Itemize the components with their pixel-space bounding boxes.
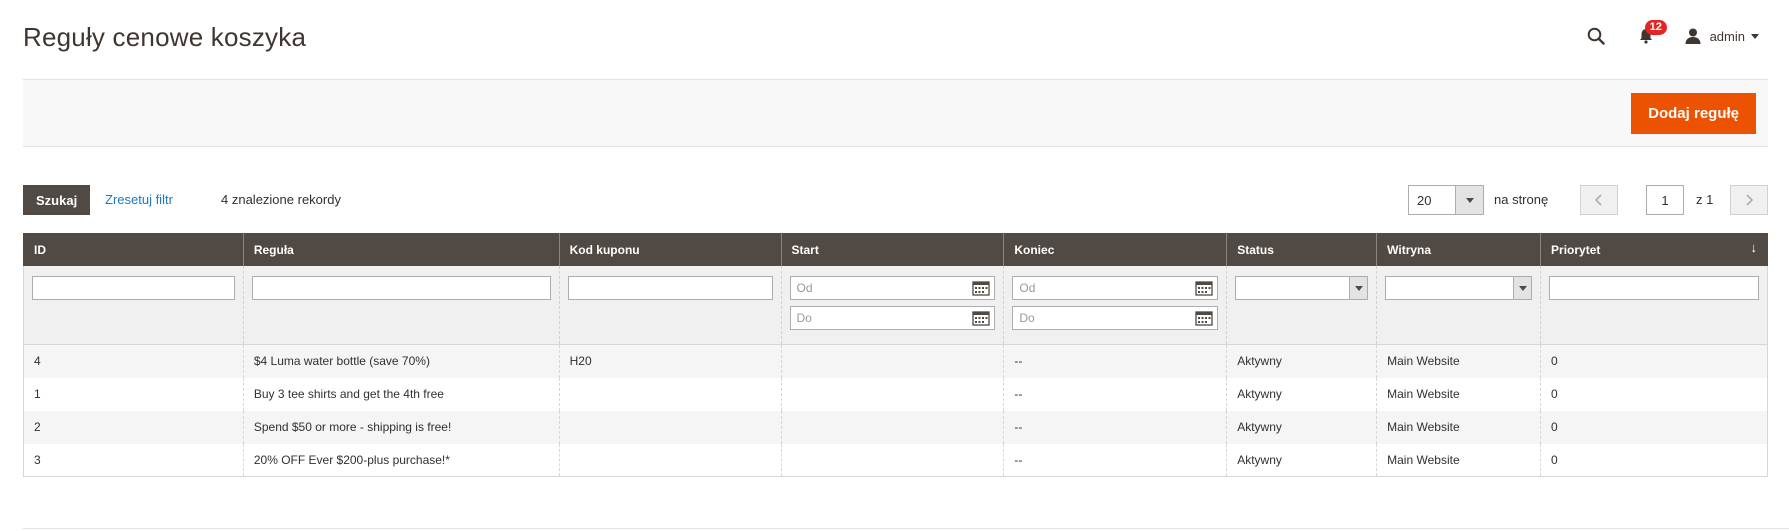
column-header-website[interactable]: Witryna <box>1376 233 1542 266</box>
cell-website: Main Website <box>1376 344 1542 378</box>
records-count: 4 znalezione rekordy <box>221 192 341 207</box>
filter-end-to-placeholder: Do <box>1019 311 1035 325</box>
cell-coupon <box>558 377 782 411</box>
chevron-left-icon <box>1594 194 1602 206</box>
table-row[interactable]: 3 20% OFF Ever $200-plus purchase!* -- A… <box>23 443 1768 477</box>
filter-status-select[interactable] <box>1235 276 1369 300</box>
cell-status: Aktywny <box>1226 443 1378 477</box>
cell-priority: 0 <box>1540 344 1768 378</box>
cell-priority: 0 <box>1540 377 1768 411</box>
per-page-dropdown-toggle[interactable] <box>1455 186 1483 214</box>
grid-toolbar: Szukaj Zresetuj filtr 4 znalezione rekor… <box>23 185 1768 215</box>
filter-end-to-input[interactable]: Do <box>1012 306 1219 330</box>
previous-page-button[interactable] <box>1580 185 1618 215</box>
cell-rule: Buy 3 tee shirts and get the 4th free <box>242 377 560 411</box>
column-header-priority[interactable]: Priorytet ↓ <box>1540 233 1768 266</box>
cell-start <box>780 377 1005 411</box>
cell-rule: $4 Luma water bottle (save 70%) <box>242 344 560 378</box>
cell-id: 2 <box>23 410 244 444</box>
table-row[interactable]: 2 Spend $50 or more - shipping is free! … <box>23 410 1768 444</box>
filter-end-from-placeholder: Od <box>1019 281 1036 295</box>
cell-end: -- <box>1003 443 1228 477</box>
calendar-icon[interactable] <box>1195 310 1213 326</box>
filter-row: Od Do Od Do <box>23 266 1768 345</box>
chevron-down-icon <box>1518 285 1527 291</box>
page-total: z 1 <box>1696 192 1714 207</box>
column-header-start[interactable]: Start <box>780 233 1005 266</box>
table-row[interactable]: 4 $4 Luma water bottle (save 70%) H20 --… <box>23 344 1768 378</box>
search-button[interactable]: Szukaj <box>23 185 91 215</box>
column-header-status[interactable]: Status <box>1226 233 1378 266</box>
cell-start <box>780 344 1005 378</box>
filter-start-to-placeholder: Do <box>796 311 812 325</box>
chevron-down-icon <box>1465 197 1474 203</box>
per-page-label: na stronę <box>1494 192 1549 207</box>
cell-coupon <box>558 443 782 477</box>
filter-website-toggle[interactable] <box>1513 277 1532 299</box>
cell-end: -- <box>1003 410 1228 444</box>
per-page-select[interactable]: 20 <box>1408 185 1484 215</box>
reset-filter-link[interactable]: Zresetuj filtr <box>105 192 173 207</box>
cell-rule: 20% OFF Ever $200-plus purchase!* <box>242 443 560 477</box>
filter-coupon-input[interactable] <box>567 276 773 300</box>
filter-start-from-input[interactable]: Od <box>789 276 996 300</box>
filter-priority-input[interactable] <box>1549 276 1759 300</box>
cell-id: 4 <box>23 344 244 378</box>
column-header-rule[interactable]: Reguła <box>242 233 560 266</box>
cell-status: Aktywny <box>1226 377 1378 411</box>
filter-id-input[interactable] <box>32 276 235 300</box>
cell-start <box>780 443 1005 477</box>
rules-grid: ID Reguła Kod kuponu Start Koniec Status… <box>23 233 1768 477</box>
filter-website-select[interactable] <box>1385 276 1533 300</box>
column-header-id[interactable]: ID <box>23 233 244 266</box>
add-rule-button[interactable]: Dodaj regułę <box>1631 93 1756 134</box>
filter-start-from-placeholder: Od <box>796 281 813 295</box>
cell-priority: 0 <box>1540 410 1768 444</box>
page-number-input[interactable] <box>1646 185 1684 215</box>
filter-rule-input[interactable] <box>251 276 551 300</box>
calendar-icon[interactable] <box>1195 280 1213 296</box>
cell-rule: Spend $50 or more - shipping is free! <box>242 410 560 444</box>
table-row[interactable]: 1 Buy 3 tee shirts and get the 4th free … <box>23 377 1768 411</box>
notifications-button[interactable]: 12 <box>1632 20 1667 50</box>
cell-website: Main Website <box>1376 377 1542 411</box>
per-page-value: 20 <box>1417 193 1432 208</box>
column-header-priority-label: Priorytet <box>1551 242 1601 257</box>
sort-arrow-icon: ↓ <box>1750 240 1758 255</box>
cell-start <box>780 410 1005 444</box>
cell-priority: 0 <box>1540 443 1768 477</box>
calendar-icon[interactable] <box>972 310 991 326</box>
cell-coupon <box>558 410 782 444</box>
cell-end: -- <box>1003 344 1228 378</box>
filter-start-to-input[interactable]: Do <box>789 306 996 330</box>
column-header-end[interactable]: Koniec <box>1003 233 1228 266</box>
cell-status: Aktywny <box>1226 410 1378 444</box>
filter-status-toggle[interactable] <box>1349 277 1368 299</box>
page-title: Reguły cenowe koszyka <box>23 22 307 52</box>
cell-website: Main Website <box>1376 410 1542 444</box>
chevron-down-icon <box>1751 33 1759 39</box>
chevron-down-icon <box>1354 285 1363 291</box>
header-actions: 12 admin <box>1582 20 1759 50</box>
notifications-badge: 12 <box>1644 20 1667 35</box>
calendar-icon[interactable] <box>972 280 991 296</box>
cell-end: -- <box>1003 377 1228 411</box>
cell-id: 3 <box>23 443 244 477</box>
cell-coupon: H20 <box>558 344 782 378</box>
cell-website: Main Website <box>1376 443 1542 477</box>
filter-end-from-input[interactable]: Od <box>1012 276 1219 300</box>
search-icon <box>1587 27 1605 45</box>
global-search-button[interactable] <box>1582 22 1610 50</box>
next-page-button[interactable] <box>1730 185 1768 215</box>
cell-id: 1 <box>23 377 244 411</box>
user-icon <box>1685 28 1701 44</box>
user-name: admin <box>1709 28 1745 44</box>
chevron-right-icon <box>1746 194 1754 206</box>
user-menu[interactable]: admin <box>1684 27 1759 45</box>
cell-status: Aktywny <box>1226 344 1378 378</box>
footer-divider <box>23 528 1789 529</box>
page-actions-bar: Dodaj regułę <box>23 79 1768 147</box>
column-header-coupon[interactable]: Kod kuponu <box>558 233 782 266</box>
